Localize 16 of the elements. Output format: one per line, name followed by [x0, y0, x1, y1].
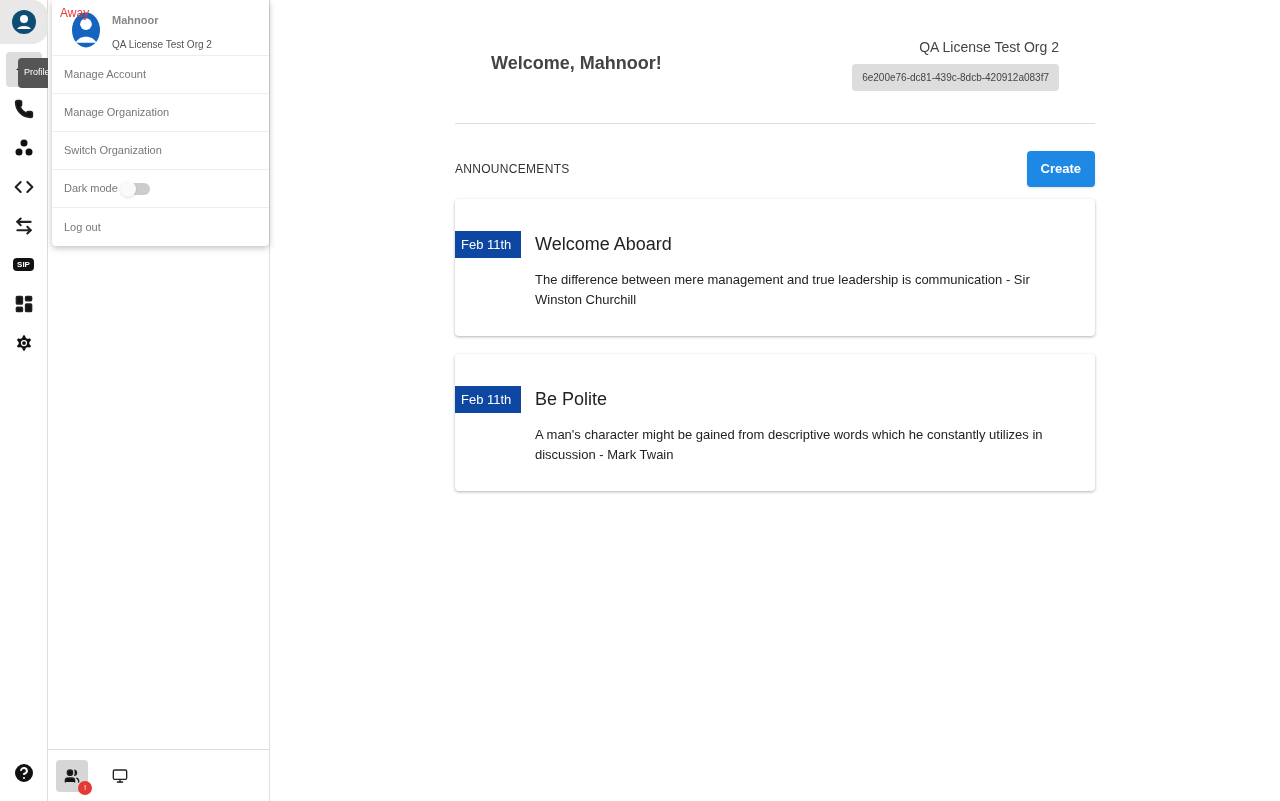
date-badge: Feb 11th: [455, 385, 521, 413]
welcome-heading: Welcome, Mahnoor!: [491, 52, 662, 75]
announcement-text: The difference between mere management and true leadership is communication - Sir Winston Churchill: [535, 270, 1031, 309]
organization-name: QA License Test Org 2: [112, 37, 212, 52]
menu-label: Dark mode: [64, 181, 118, 197]
alert-badge: !: [78, 780, 92, 795]
announcement-title: Be Polite: [535, 387, 609, 411]
date-badge: Feb 11th: [455, 230, 521, 258]
organization-id: 6e200e76-dc81-439c-8dcb-420912a083f7: [852, 64, 1059, 91]
announcement-text: A man's character might be gained from descriptive words which he constantly utilizes in discussion - Mark Twain: [535, 425, 1044, 464]
organization-name: QA License Test Org 2: [919, 38, 1059, 57]
sip-icon: SIP: [13, 258, 34, 271]
section-title: ANNOUNCEMENTS: [455, 160, 570, 178]
user-name: Mahnoor: [112, 13, 160, 28]
status-label: Away: [60, 5, 90, 22]
announcement-title: Welcome Aboard: [535, 232, 673, 256]
